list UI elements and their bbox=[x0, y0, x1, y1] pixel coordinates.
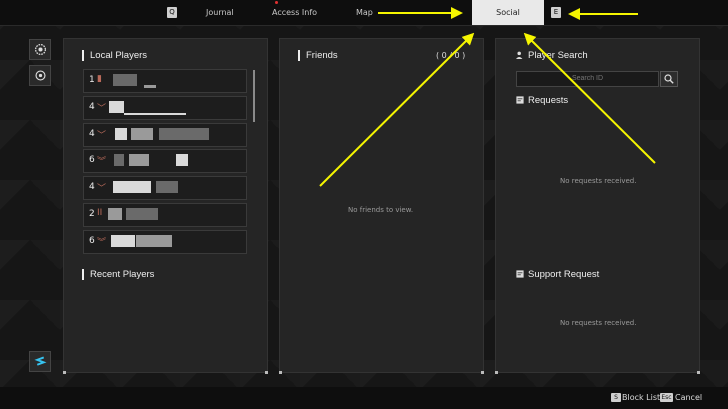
key-hint-e: E bbox=[551, 7, 561, 18]
rank-chevron-icon: ﹀ bbox=[97, 104, 107, 114]
person-search-icon bbox=[516, 51, 523, 59]
search-icon bbox=[664, 74, 674, 84]
redacted-name bbox=[115, 128, 127, 140]
tab-access-info[interactable]: Access Info bbox=[272, 8, 317, 17]
redacted-name bbox=[176, 154, 188, 166]
rank-chevron-icon: ﹀ bbox=[97, 184, 107, 194]
local-players-title: Local Players bbox=[82, 50, 147, 61]
redacted-name bbox=[131, 128, 153, 140]
redacted-name bbox=[144, 85, 156, 88]
redacted-name bbox=[129, 154, 149, 166]
tab-journal[interactable]: Journal bbox=[206, 8, 234, 17]
player-level: 4 bbox=[89, 182, 95, 192]
player-row[interactable]: 2 ⅠⅠ bbox=[83, 203, 247, 227]
redacted-name bbox=[114, 154, 124, 166]
player-search-title: Player Search bbox=[528, 50, 588, 61]
player-row[interactable]: 4 ﹀ bbox=[83, 123, 247, 147]
rank-chevron-icon: ﹀ bbox=[97, 131, 107, 141]
redacted-name bbox=[159, 128, 209, 140]
redacted-name bbox=[136, 235, 172, 247]
player-level: 2 bbox=[89, 209, 95, 219]
redacted-name bbox=[109, 101, 124, 113]
requests-title: Requests bbox=[528, 95, 569, 106]
friends-title: Friends bbox=[298, 50, 338, 61]
redacted-name bbox=[156, 181, 178, 193]
tab-social[interactable]: Social bbox=[472, 0, 544, 25]
search-button[interactable] bbox=[660, 71, 678, 87]
key-hint-s: S bbox=[611, 393, 621, 402]
player-row[interactable]: 6 ︾ bbox=[83, 149, 247, 173]
player-level: 6 bbox=[89, 155, 95, 165]
cancel-button[interactable]: Cancel bbox=[675, 393, 702, 402]
settings-icon bbox=[34, 70, 46, 81]
rank-chevron-icon: ︾ bbox=[97, 238, 107, 248]
rank-chevron-icon: ▮ bbox=[97, 74, 102, 84]
redacted-name bbox=[113, 74, 137, 86]
redacted-name bbox=[124, 113, 186, 115]
player-level: 4 bbox=[89, 102, 95, 112]
redacted-name bbox=[113, 181, 151, 193]
player-row[interactable]: 4 ﹀ bbox=[83, 176, 247, 200]
rank-chevron-icon: ︾ bbox=[97, 157, 107, 167]
player-row[interactable]: 6 ︾ bbox=[83, 230, 247, 254]
gear-badge-icon bbox=[34, 43, 46, 56]
settings-button[interactable] bbox=[29, 65, 51, 86]
support-request-title: Support Request bbox=[528, 269, 600, 280]
support-empty-text: No requests received. bbox=[560, 319, 637, 327]
redacted-name bbox=[108, 208, 122, 220]
friends-empty-text: No friends to view. bbox=[348, 206, 414, 214]
app-logo-icon bbox=[33, 356, 47, 366]
player-level: 6 bbox=[89, 236, 95, 246]
gear-badge-button[interactable] bbox=[29, 39, 51, 60]
redacted-name bbox=[126, 208, 158, 220]
player-level: 4 bbox=[89, 129, 95, 139]
player-list-scrollbar[interactable] bbox=[253, 70, 255, 122]
player-row[interactable]: 4 ﹀ bbox=[83, 96, 247, 120]
app-logo-button[interactable] bbox=[29, 351, 51, 372]
support-icon bbox=[516, 270, 524, 278]
tab-map[interactable]: Map bbox=[356, 8, 373, 17]
player-row[interactable]: 1 ▮ bbox=[83, 69, 247, 93]
key-hint-q: Q bbox=[167, 7, 177, 18]
rank-chevron-icon: ⅠⅠ bbox=[97, 208, 103, 218]
key-hint-esc: Esc bbox=[660, 393, 673, 402]
block-list-button[interactable]: Block List bbox=[622, 393, 660, 402]
player-level: 1 bbox=[89, 75, 95, 85]
requests-empty-text: No requests received. bbox=[560, 177, 637, 185]
top-nav-bar: Q Journal Access Info Map Social E bbox=[0, 0, 728, 26]
redacted-name bbox=[111, 235, 135, 247]
recent-players-title: Recent Players bbox=[82, 269, 154, 280]
search-input[interactable] bbox=[516, 71, 659, 87]
notification-dot bbox=[275, 1, 278, 4]
friends-count: ( 0 / 0 ) bbox=[436, 51, 466, 60]
request-icon bbox=[516, 96, 524, 104]
